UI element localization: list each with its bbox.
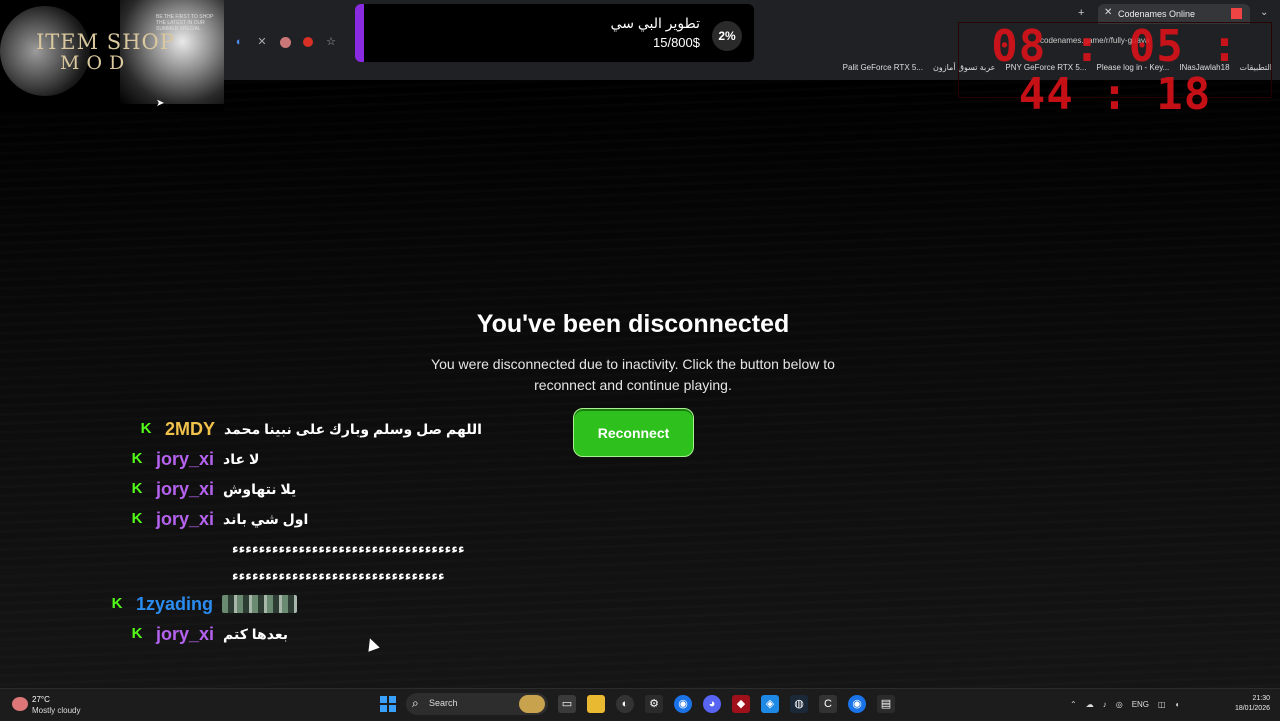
logo-tagline: BE THE FIRST TO SHOP THE LATEST IN OUR S… [156,14,214,32]
weather-widget[interactable]: 27°C Mostly cloudy [10,693,100,719]
goal-percent: 2% [712,21,742,51]
chat-username: jory_xi [156,508,215,529]
kick-badge-icon: K [140,420,152,437]
volume-icon[interactable]: ◖ [1175,700,1180,709]
network-globe-icon[interactable]: ◎ [1116,700,1123,709]
mute-icon[interactable]: ✕ [256,36,268,48]
chat-message: K 1zyading [110,592,298,616]
weather-icon [12,697,28,711]
epic-games-icon[interactable]: ▤ [877,695,895,713]
tray-chevron-icon[interactable]: ⌃ [1070,700,1077,709]
kick-badge-icon: K [131,625,143,642]
countdown-timer: 08 : 05 : 44 : 18 [958,22,1272,119]
chat-username: 2MDY [165,418,216,439]
wifi-icon[interactable]: ◫ [1158,700,1166,709]
chat-username: 1zyading [136,593,214,614]
search-placeholder: Search [429,698,458,708]
bookmark-star-icon[interactable]: ☆ [325,36,337,48]
microphone-icon[interactable]: ♪ [1103,700,1107,709]
chat-username: jory_xi [156,448,215,469]
bookmark-item[interactable]: Palit GeForce RTX 5... [843,63,923,72]
goal-amount: 15/800$ [653,35,700,50]
audio-icon[interactable]: ◖ [232,36,244,48]
kick-badge-icon: K [131,510,143,527]
search-highlight-art [519,695,545,713]
browser-toolbar-icons: ◖ ✕ ☆ [232,34,337,50]
taskbar-search[interactable]: ⌕ Search [406,693,548,715]
tab-favicon-icon [1231,8,1242,19]
goal-accent-bar [355,4,364,62]
chat-text: بعدها كتم [223,625,288,642]
language-indicator[interactable]: ENG [1132,700,1149,709]
weather-temperature: 27°C [32,695,50,704]
chat-text: اللهم صل وسلم وبارك على نبينا محمد [224,420,482,437]
clock-time: 21:30 [1252,695,1270,702]
kick-badge-icon: K [131,480,143,497]
dialog-title: You've been disconnected [476,310,790,338]
red-app-icon[interactable]: ◆ [732,695,750,713]
steam-icon[interactable]: ◍ [790,695,808,713]
chat-text: لا عاد [223,450,260,467]
chat-message: K jory_xi اول شي باند [130,507,309,531]
donation-goal-widget: تطوير البي سي 15/800$ 2% [355,4,754,62]
chat-message: K 2MDY اللهم صل وسلم وبارك على نبينا محم… [139,417,482,441]
kick-badge-icon: K [131,450,143,467]
kick-badge-icon: K [111,595,123,612]
chat-text: يلا نتهاوش [223,480,297,497]
chat-emote [222,595,298,613]
chrome-active-icon[interactable]: ◉ [848,695,866,713]
system-tray: ⌃ ☁ ♪ ◎ ENG ◫ ◖ [1070,698,1179,710]
close-tab-icon[interactable]: ✕ [1104,7,1112,18]
taskbar-apps: ▭ ◐ ⚙ ◉ ◕ ◆ ◈ ◍ C ◉ ▤ [558,695,895,713]
new-tab-icon[interactable]: + [1078,7,1084,19]
settings-gear-icon[interactable]: ⚙ [645,695,663,713]
tab-label: Codenames Online [1118,9,1196,19]
taskbar-clock[interactable]: 21:30 18/01/2026 [1218,694,1270,714]
chat-message: K jory_xi لا عاد [130,447,260,471]
dialog-message: You were disconnected due to inactivity.… [431,356,835,393]
clock-date: 18/01/2026 [1234,705,1270,712]
ccleaner-icon[interactable]: C [819,695,837,713]
goal-title: تطوير البي سي [610,15,700,31]
search-icon: ⌕ [412,696,419,710]
logo-text-line1: ITEM SHOP [36,30,175,54]
task-view-icon[interactable]: ▭ [558,695,576,713]
chat-username: jory_xi [156,478,215,499]
record-icon[interactable] [303,37,313,47]
stream-logo: ITEM SHOP MOD BE THE FIRST TO SHOP THE L… [0,0,224,112]
reconnect-button[interactable]: Reconnect [573,408,694,457]
discord-icon[interactable]: ◕ [703,695,721,713]
logo-text-line2: MOD [60,52,132,74]
tab-menu-chevron-icon[interactable]: ⌄ [1260,7,1268,18]
file-explorer-icon[interactable] [587,695,605,713]
chat-text: اول شي باند [223,510,309,527]
chat-message: K jory_xi يلا نتهاوش [130,477,297,501]
chat-text-continuation: ءءءءءءءءءءءءءءءءءءءءءءءءءءءءءءءءءءء [232,541,466,556]
weather-condition: Mostly cloudy [32,706,81,715]
windows-start-icon[interactable] [380,696,396,712]
extension-icon[interactable] [280,36,291,48]
blue-app-icon[interactable]: ◈ [761,695,779,713]
cloud-icon[interactable]: ☁ [1086,700,1094,709]
chat-username: jory_xi [156,623,215,644]
chat-text-continuation: ءءءءءءءءءءءءءءءءءءءءءءءءءءءءءءءء [232,568,446,583]
chrome-icon[interactable]: ◉ [674,695,692,713]
chat-message: K jory_xi بعدها كتم [130,622,288,646]
pointer-arrow-icon: ➤ [156,98,165,109]
recording-app-icon[interactable]: ◐ [616,695,634,713]
